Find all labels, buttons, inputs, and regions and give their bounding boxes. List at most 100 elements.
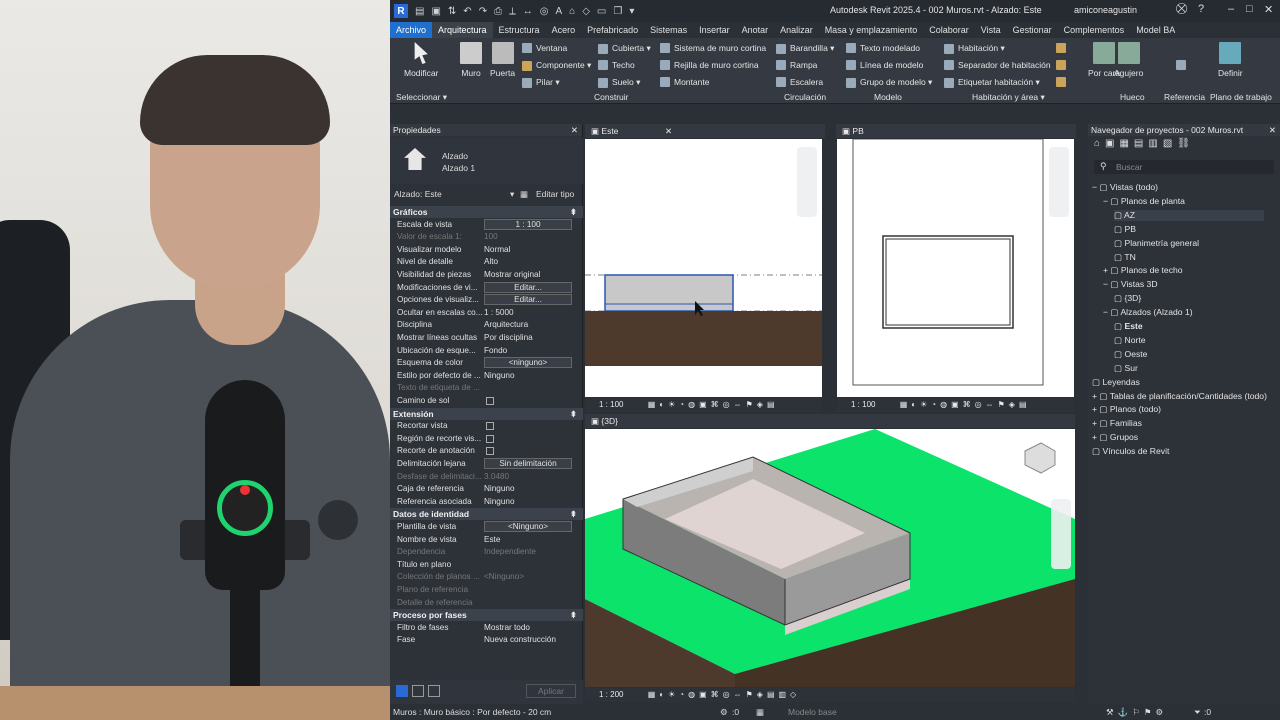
ribbon-tab-6[interactable]: Insertar bbox=[693, 22, 736, 38]
browser-item[interactable]: ▢ Sur bbox=[1114, 363, 1138, 374]
browser-item[interactable]: ▢ Planimetría general bbox=[1114, 238, 1199, 249]
property-value[interactable]: Fondo bbox=[484, 345, 572, 358]
property-row[interactable]: Visibilidad de piezas Mostrar original bbox=[390, 269, 583, 282]
property-row[interactable]: Visualizar modelo Normal bbox=[390, 244, 583, 257]
property-value[interactable]: Arquitectura bbox=[484, 319, 572, 332]
print-icon[interactable]: ⎙ bbox=[494, 6, 502, 17]
property-row[interactable]: Fase Nueva construcción bbox=[390, 634, 583, 647]
revit-logo-icon[interactable]: R bbox=[394, 4, 408, 18]
sync-icon[interactable]: ⇅ bbox=[448, 6, 456, 17]
ribbon-tab-14[interactable]: Model BA bbox=[1130, 22, 1181, 38]
maximize-icon[interactable]: □ bbox=[1246, 3, 1253, 15]
checkbox[interactable] bbox=[486, 422, 494, 431]
close-hidden-icon[interactable]: ▭ bbox=[597, 6, 606, 17]
mullion-button[interactable]: Montante bbox=[660, 77, 709, 87]
browser-item[interactable]: − ▢ Planos de planta bbox=[1103, 196, 1185, 207]
wall-button[interactable]: Muro bbox=[460, 42, 482, 78]
property-value[interactable]: Ninguno bbox=[484, 483, 572, 496]
ribbon-tab-3[interactable]: Acero bbox=[546, 22, 582, 38]
section-header[interactable]: Gráficos ⇞ bbox=[390, 206, 583, 218]
ribbon-tab-12[interactable]: Gestionar bbox=[1007, 22, 1058, 38]
property-row[interactable]: Título en plano bbox=[390, 559, 583, 572]
browser-item[interactable]: − ▢ Vistas (todo) bbox=[1092, 182, 1158, 193]
browser-item[interactable]: − ▢ Alzados (Alzado 1) bbox=[1103, 307, 1193, 318]
worksets-icon[interactable]: ⚙ bbox=[720, 704, 728, 720]
area-icon-1[interactable] bbox=[1056, 43, 1066, 53]
ribbon-tab-5[interactable]: Sistemas bbox=[644, 22, 693, 38]
property-value[interactable]: Mostrar todo bbox=[484, 622, 572, 635]
door-button[interactable]: Puerta bbox=[490, 42, 515, 78]
property-row[interactable]: Nombre de vista Este bbox=[390, 534, 583, 547]
redo-icon[interactable]: ↷ bbox=[479, 6, 487, 17]
property-row[interactable]: Opciones de visualiz... Editar... bbox=[390, 294, 583, 307]
sort-alpha-icon[interactable] bbox=[412, 685, 424, 697]
property-value[interactable]: <Ninguno> bbox=[484, 571, 572, 584]
close-icon[interactable]: ✕ bbox=[1264, 3, 1273, 16]
dropdown-icon[interactable]: ▾ bbox=[510, 189, 514, 200]
floor-button[interactable]: Suelo ▾ bbox=[598, 77, 640, 88]
tab-east[interactable]: ▣ Este ✕ bbox=[585, 124, 825, 138]
close-properties-icon[interactable]: ✕ bbox=[571, 124, 578, 136]
tab-pb[interactable]: ▣ PB bbox=[836, 124, 1076, 138]
property-value[interactable]: Ninguno bbox=[484, 370, 572, 383]
ribbon-tab-2[interactable]: Estructura bbox=[493, 22, 546, 38]
measure-icon[interactable]: ⟂ bbox=[509, 6, 516, 17]
room-button[interactable]: Habitación ▾ bbox=[944, 43, 1005, 54]
browser-item[interactable]: + ▢ Planos (todo) bbox=[1092, 404, 1161, 415]
cart-icon[interactable]: ⛒ bbox=[1176, 3, 1187, 16]
3d-view[interactable] bbox=[585, 429, 1075, 687]
text-icon[interactable]: A bbox=[555, 6, 562, 17]
property-row[interactable]: Plantilla de vista <Ninguno> bbox=[390, 521, 583, 534]
ceiling-button[interactable]: Techo bbox=[598, 60, 635, 70]
view-control-icons-pb[interactable]: ▦◐☀◔◍▣⌘◎⇔⚑◈▤ bbox=[900, 400, 1031, 409]
property-value[interactable]: Por disciplina bbox=[484, 332, 572, 345]
browser-item[interactable]: + ▢ Tablas de planificación/Cantidades (… bbox=[1092, 391, 1267, 402]
grid-button[interactable] bbox=[1176, 60, 1186, 70]
customize-qat-icon[interactable]: ▾ bbox=[629, 6, 634, 17]
model-group-button[interactable]: Grupo de modelo ▾ bbox=[846, 77, 932, 88]
property-value[interactable]: Editar... bbox=[484, 294, 572, 306]
property-row[interactable]: Región de recorte vis... bbox=[390, 433, 583, 446]
property-value[interactable]: Sin delimitación bbox=[484, 458, 572, 469]
ribbon-tab-13[interactable]: Complementos bbox=[1058, 22, 1131, 38]
section-header[interactable]: Datos de identidad ⇞ bbox=[390, 508, 583, 521]
undo-icon[interactable]: ↶ bbox=[463, 6, 471, 17]
open-icon[interactable]: ▤ bbox=[415, 6, 424, 17]
shaft-button[interactable]: Agujero bbox=[1114, 42, 1143, 78]
browser-item[interactable]: + ▢ Planos de techo bbox=[1103, 265, 1183, 276]
dimension-icon[interactable]: ↔ bbox=[523, 6, 533, 17]
browser-search-box[interactable]: ⚲ Buscar bbox=[1094, 160, 1274, 174]
ribbon-tab-11[interactable]: Vista bbox=[975, 22, 1007, 38]
3d-scale[interactable]: 1 : 200 bbox=[599, 690, 623, 699]
browser-item[interactable]: ▢ Vínculos de Revit bbox=[1092, 446, 1169, 457]
property-row[interactable]: Mostrar líneas ocultas Por disciplina bbox=[390, 332, 583, 345]
browser-item[interactable]: + ▢ Familias bbox=[1092, 418, 1142, 429]
property-value[interactable]: 3.0480 bbox=[484, 471, 572, 484]
minimize-icon[interactable]: – bbox=[1228, 3, 1234, 15]
column-button[interactable]: Pilar ▾ bbox=[522, 77, 560, 88]
browser-item[interactable]: ▢ AZ bbox=[1114, 209, 1264, 221]
tag-icon[interactable]: ◎ bbox=[540, 6, 549, 17]
modify-button[interactable]: Modificar bbox=[404, 42, 438, 78]
property-row[interactable]: Esquema de color <ninguno> bbox=[390, 357, 583, 370]
east-elevation-view[interactable] bbox=[585, 139, 822, 397]
sort-icon[interactable] bbox=[396, 685, 408, 697]
property-value[interactable]: <Ninguno> bbox=[484, 521, 572, 532]
curtain-system-button[interactable]: Sistema de muro cortina bbox=[660, 43, 766, 53]
property-row[interactable]: Delimitación lejana Sin delimitación bbox=[390, 458, 583, 471]
property-row[interactable]: Texto de etiqueta de ... bbox=[390, 382, 583, 395]
component-button[interactable]: Componente ▾ bbox=[522, 60, 591, 71]
browser-item[interactable]: + ▢ Grupos bbox=[1092, 432, 1138, 443]
property-value[interactable]: Este bbox=[484, 534, 572, 547]
property-row[interactable]: Nivel de detalle Alto bbox=[390, 256, 583, 269]
area-icon-2[interactable] bbox=[1056, 60, 1066, 70]
view-control-icons[interactable]: ▦◐☀◔◍▣⌘◎⇔⚑◈▤ bbox=[648, 400, 779, 409]
design-option-model[interactable]: Modelo base bbox=[788, 704, 837, 720]
roof-button[interactable]: Cubierta ▾ bbox=[598, 43, 651, 54]
select-dropdown[interactable]: Seleccionar ▾ bbox=[396, 92, 447, 103]
browser-item[interactable]: − ▢ Vistas 3D bbox=[1103, 279, 1158, 290]
browser-toolbar[interactable]: ⌂▣▦▤▥▧⛓ bbox=[1094, 138, 1195, 152]
ribbon-tab-8[interactable]: Analizar bbox=[774, 22, 819, 38]
selection-filter-icons[interactable]: ⚒⚓⚐⚑⚙ bbox=[1106, 704, 1167, 720]
checkbox[interactable] bbox=[486, 397, 494, 405]
